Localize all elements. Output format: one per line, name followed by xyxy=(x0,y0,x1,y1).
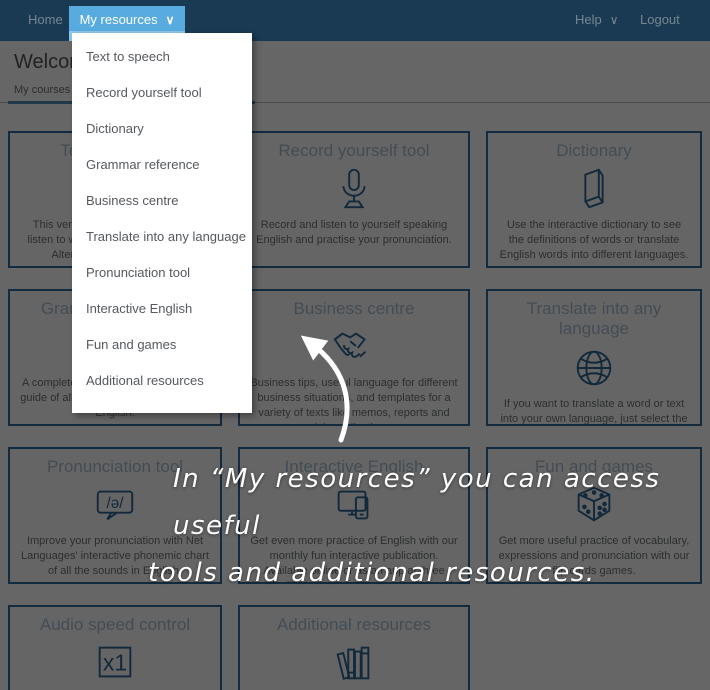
chevron-down-icon: ∨ xyxy=(610,13,618,27)
help-label: Help xyxy=(575,12,602,27)
dropdown-item-interactive-english[interactable]: Interactive English xyxy=(72,291,252,327)
dropdown-item-grammar-reference[interactable]: Grammar reference xyxy=(72,147,252,183)
nav-home-link[interactable]: Home xyxy=(28,12,63,27)
my-resources-dropdown-menu: Text to speechRecord yourself toolDictio… xyxy=(72,33,252,413)
dropdown-item-dictionary[interactable]: Dictionary xyxy=(72,111,252,147)
dropdown-item-translate-into-any-language[interactable]: Translate into any language xyxy=(72,219,252,255)
my-resources-label: My resources xyxy=(80,12,158,27)
chevron-down-icon: ∨ xyxy=(166,13,175,27)
dropdown-item-pronunciation-tool[interactable]: Pronunciation tool xyxy=(72,255,252,291)
dropdown-item-additional-resources[interactable]: Additional resources xyxy=(72,363,252,399)
dropdown-item-record-yourself-tool[interactable]: Record yourself tool xyxy=(72,75,252,111)
app-window: Home My resources ∨ Help∨ Logout Welcome… xyxy=(0,0,710,690)
nav-help-link[interactable]: Help ∨ xyxy=(575,12,618,27)
dropdown-item-fun-and-games[interactable]: Fun and games xyxy=(72,327,252,363)
dropdown-item-business-centre[interactable]: Business centre xyxy=(72,183,252,219)
nav-logout-link[interactable]: Logout xyxy=(640,12,680,27)
dropdown-item-text-to-speech[interactable]: Text to speech xyxy=(72,39,252,75)
